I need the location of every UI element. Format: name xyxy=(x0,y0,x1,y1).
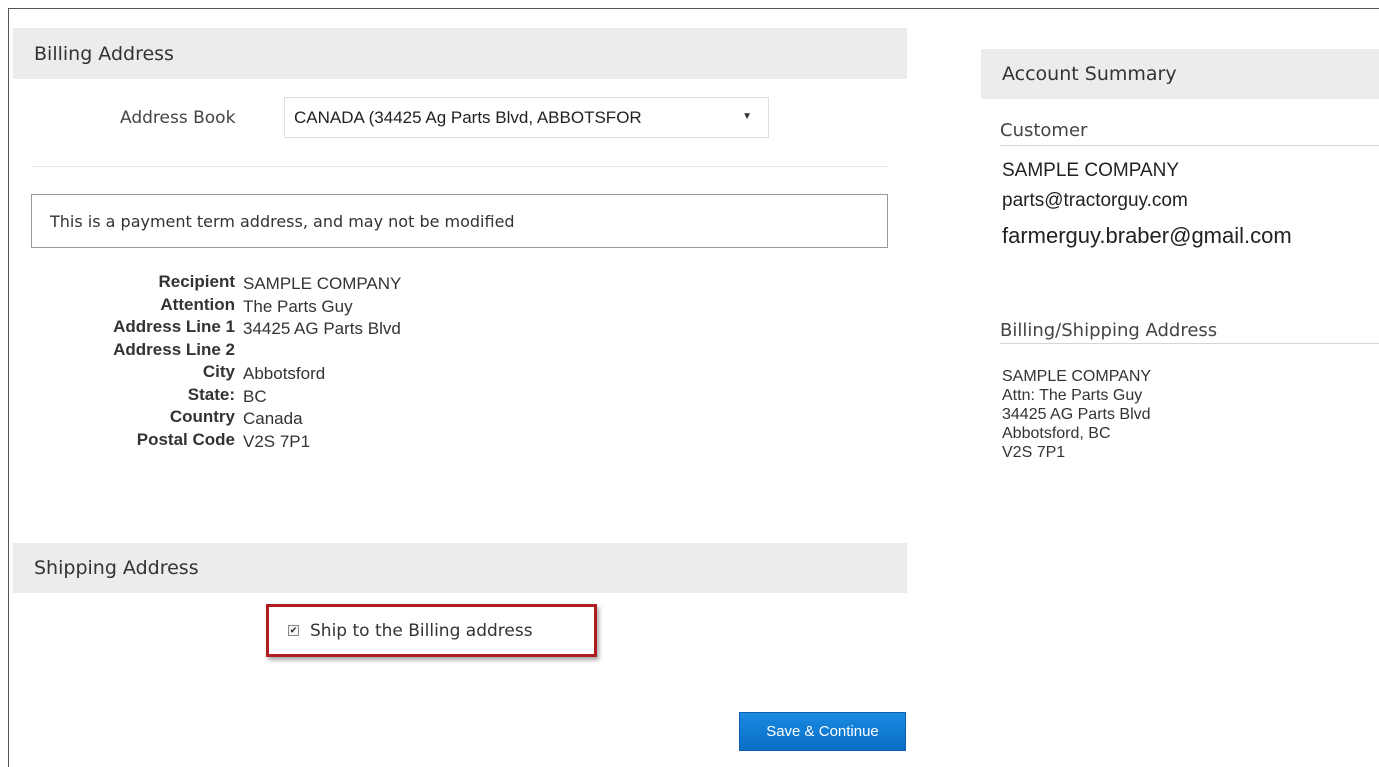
account-summary-title: Account Summary xyxy=(1002,63,1177,85)
shipping-address-header: Shipping Address xyxy=(13,543,907,593)
customer-email-secondary: farmerguy.braber@gmail.com xyxy=(1002,223,1292,248)
payment-term-notice: This is a payment term address, and may … xyxy=(31,194,888,248)
ship-to-billing-checkbox[interactable]: ✔ xyxy=(288,625,299,636)
address-row-line1: Address Line 1 34425 AG Parts Blvd xyxy=(60,317,560,340)
billing-address-header: Billing Address xyxy=(13,28,907,79)
address-key: Address Line 2 xyxy=(113,339,235,359)
billing-address-title: Billing Address xyxy=(34,42,174,65)
address-value: V2S 7P1 xyxy=(243,431,311,451)
customer-rule xyxy=(1000,145,1379,146)
address-summary-line: 34425 AG Parts Blvd xyxy=(1002,406,1151,423)
address-value: Canada xyxy=(243,409,303,428)
address-book-select[interactable]: CANADA (34425 Ag Parts Blvd, ABBOTSFOR ▼ xyxy=(284,97,769,138)
billing-divider xyxy=(31,166,887,167)
address-value: Abbotsford xyxy=(243,364,326,383)
address-key: Postal Code xyxy=(136,429,235,449)
address-summary-line: Attn: The Parts Guy xyxy=(1002,387,1143,404)
ship-to-billing-highlight: ✔ Ship to the Billing address xyxy=(266,604,597,657)
billing-address-details: Recipient SAMPLE COMPANY Attention The P… xyxy=(60,272,560,452)
address-value: SAMPLE COMPANY xyxy=(243,274,402,293)
billing-shipping-rule xyxy=(1000,343,1379,344)
address-row-line2: Address Line 2 xyxy=(60,340,560,363)
address-key: Recipient xyxy=(158,272,235,291)
account-summary-header: Account Summary xyxy=(981,49,1379,99)
payment-term-notice-text: This is a payment term address, and may … xyxy=(50,211,515,231)
save-continue-button[interactable]: Save & Continue xyxy=(739,712,906,751)
address-key: Country xyxy=(169,407,235,426)
ship-to-billing-label[interactable]: Ship to the Billing address xyxy=(310,621,533,641)
address-row-city: City Abbotsford xyxy=(60,362,560,385)
address-summary-line: Abbotsford, BC xyxy=(1002,425,1111,442)
customer-title: Customer xyxy=(1000,120,1088,141)
address-row-country: Country Canada xyxy=(60,407,560,430)
address-key: State: xyxy=(187,384,235,404)
dropdown-arrow-icon: ▼ xyxy=(742,111,752,122)
address-summary-line: SAMPLE COMPANY xyxy=(1002,368,1152,385)
address-row-state: State: BC xyxy=(60,385,560,408)
billing-shipping-address-block: SAMPLE COMPANY Attn: The Parts Guy 34425… xyxy=(1002,367,1151,462)
shipping-address-title: Shipping Address xyxy=(34,557,199,579)
address-value: 34425 AG Parts Blvd xyxy=(243,319,401,338)
address-summary-line: V2S 7P1 xyxy=(1002,444,1066,461)
address-value: The Parts Guy xyxy=(243,296,353,316)
customer-email-primary: parts@tractorguy.com xyxy=(1002,190,1188,211)
address-book-label: Address Book xyxy=(120,108,236,128)
billing-shipping-address-title: Billing/Shipping Address xyxy=(1000,320,1218,341)
customer-name: SAMPLE COMPANY xyxy=(1002,160,1180,181)
address-row-postal-code: Postal Code V2S 7P1 xyxy=(60,430,560,453)
address-row-recipient: Recipient SAMPLE COMPANY xyxy=(60,272,560,295)
checkmark-icon: ✔ xyxy=(289,625,298,635)
address-key: Attention xyxy=(160,294,235,314)
address-value: BC xyxy=(243,386,267,406)
address-row-attention: Attention The Parts Guy xyxy=(60,295,560,318)
address-key: City xyxy=(202,362,235,381)
address-key: Address Line 1 xyxy=(113,317,235,336)
address-book-value: CANADA (34425 Ag Parts Blvd, ABBOTSFOR xyxy=(294,107,642,127)
